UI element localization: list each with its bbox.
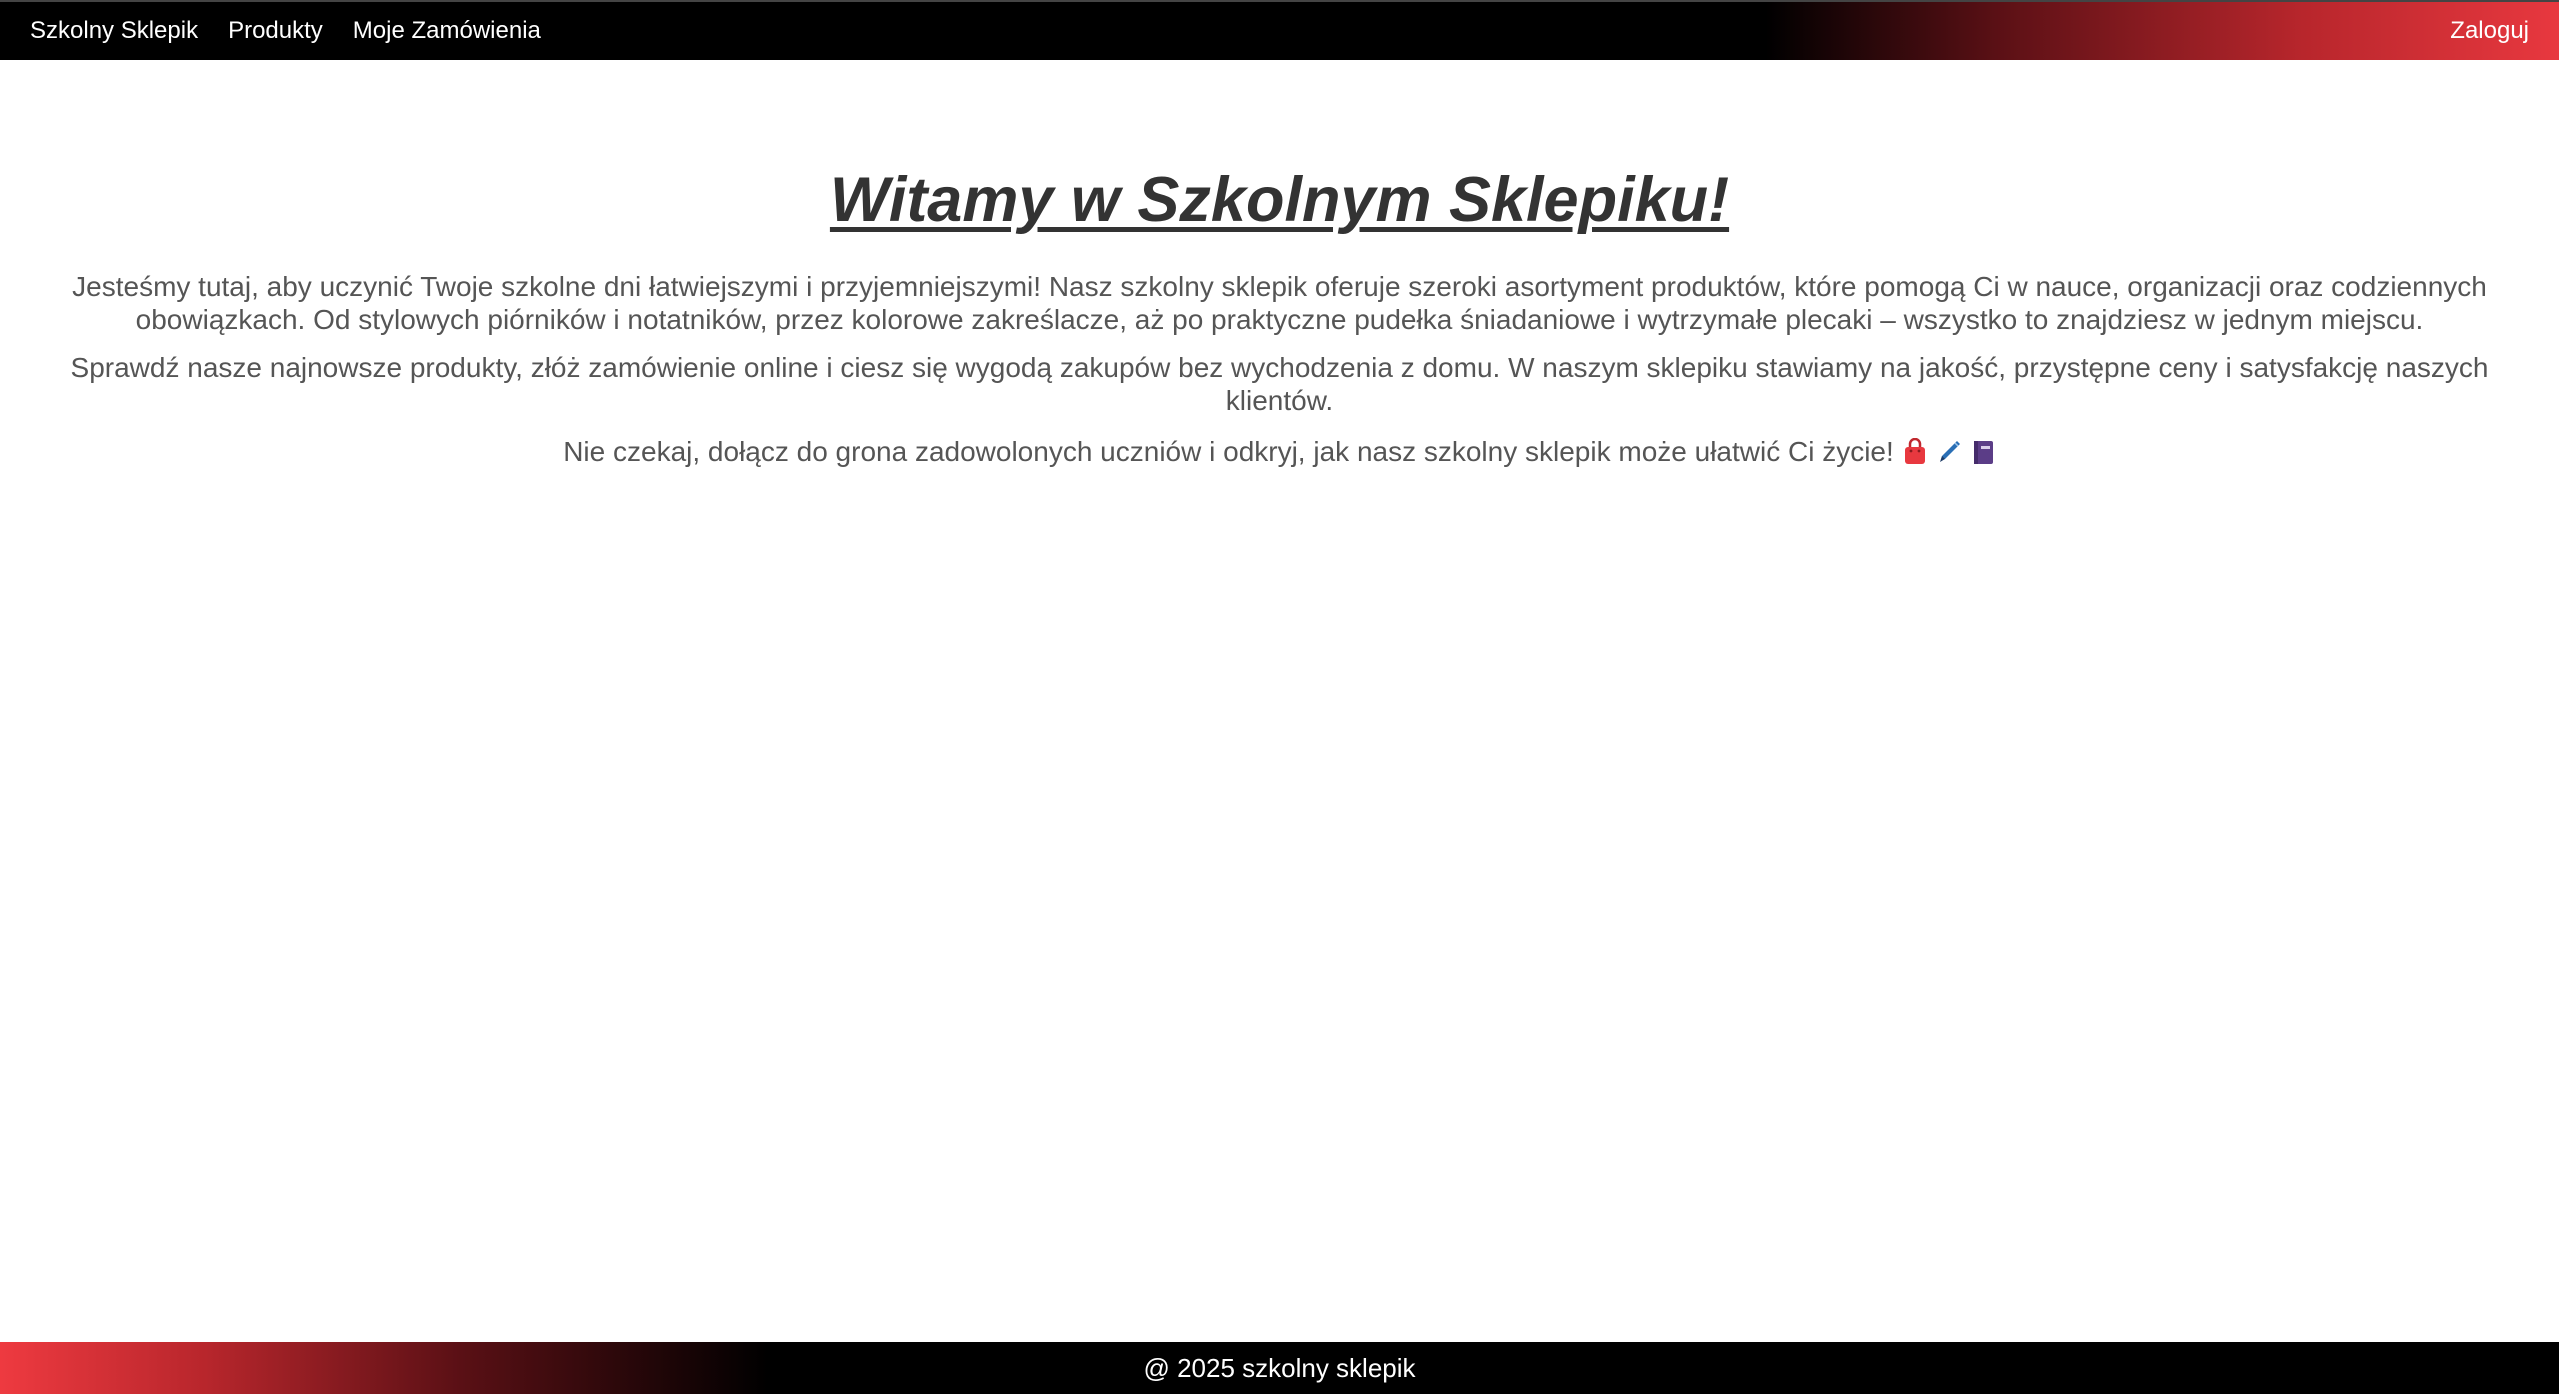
login-link[interactable]: Zaloguj (2450, 17, 2529, 45)
shopping-bag-icon (1902, 437, 1928, 466)
page-title: Witamy w Szkolnym Sklepiku! (829, 165, 1730, 235)
online-order-paragraph: Sprawdź nasze najnowsze produkty, złóż z… (70, 352, 2489, 416)
footer-copyright: @ 2025 szkolny sklepik (1143, 1352, 1416, 1383)
nav-products-link[interactable]: Produkty (228, 17, 323, 45)
nav-right-group: Zaloguj (2450, 2, 2529, 60)
intro-paragraph: Jesteśmy tutaj, aby uczynić Twoje szkoln… (72, 271, 2487, 335)
main-content: Witamy w Szkolnym Sklepiku! Jesteśmy tut… (0, 60, 2559, 468)
pen-icon (1936, 438, 1962, 466)
top-navbar: Szkolny Sklepik Produkty Moje Zamówienia… (0, 0, 2559, 60)
footer: @ 2025 szkolny sklepik (0, 1342, 2559, 1394)
cta-text: Nie czekaj, dołącz do grona zadowolonych… (563, 436, 1894, 467)
cta-paragraph: Nie czekaj, dołącz do grona zadowolonych… (30, 435, 2530, 468)
nav-orders-link[interactable]: Moje Zamówienia (353, 17, 541, 45)
nav-brand-link[interactable]: Szkolny Sklepik (30, 17, 198, 45)
notebook-icon (1970, 438, 1996, 466)
nav-left-group: Szkolny Sklepik Produkty Moje Zamówienia (30, 2, 571, 60)
